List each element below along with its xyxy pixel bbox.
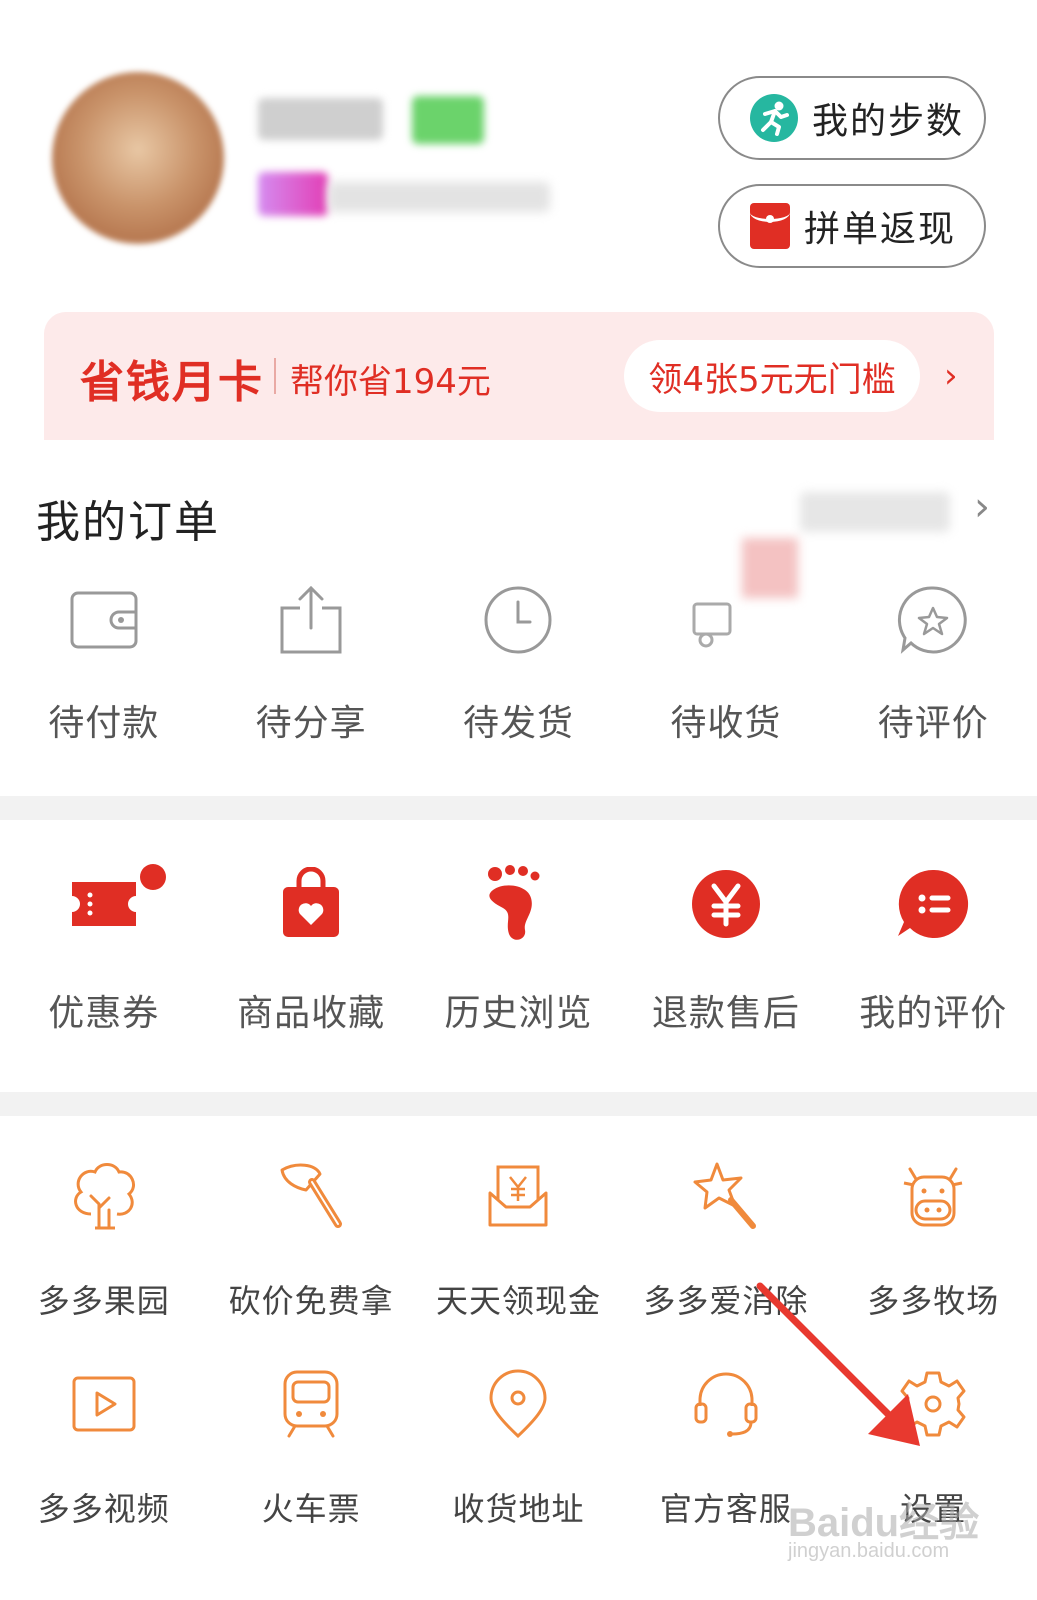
avatar[interactable] (52, 72, 224, 244)
tool-item-label: 砍价免费拿 (228, 1282, 394, 1320)
order-item-label: 待评价 (877, 703, 989, 744)
savings-card[interactable]: 省钱月卡 帮你省194元 领4张5元无门槛 › (44, 312, 994, 440)
yuan-icon (686, 864, 766, 944)
headset-icon (686, 1364, 766, 1444)
wallet-icon (64, 580, 144, 660)
order-pending-review[interactable]: 待评价 (830, 580, 1037, 746)
service-item-label: 商品收藏 (237, 993, 386, 1034)
savings-card-subtitle: 帮你省194元 (290, 362, 491, 402)
section-divider (0, 1092, 1037, 1116)
user-info-blurred (328, 182, 550, 212)
tools-row-1: 多多果园 砍价免费拿 天天领现金 多多爱消除 多多牧场 (0, 1156, 1037, 1322)
group-rebate-label: 拼单返现 (804, 209, 957, 250)
user-badge-blurred (412, 96, 484, 144)
services-section: 优惠券 商品收藏 历史浏览 退款售后 我的评价 (0, 820, 1037, 1092)
coupons-item[interactable]: 优惠券 (0, 864, 207, 1036)
tool-item-label: 多多果园 (37, 1282, 170, 1320)
order-item-label: 待分享 (255, 703, 367, 744)
group-rebate-button[interactable]: 拼单返现 (718, 184, 986, 268)
favorite-bag-icon (271, 864, 351, 944)
my-reviews-item[interactable]: 我的评价 (830, 864, 1037, 1036)
services-row: 优惠券 商品收藏 历史浏览 退款售后 我的评价 (0, 864, 1037, 1036)
daily-cash-item[interactable]: 天天领现金 (415, 1156, 622, 1322)
history-item[interactable]: 历史浏览 (415, 864, 622, 1036)
tool-item-label: 天天领现金 (435, 1282, 601, 1320)
orders-link-blurred[interactable] (800, 492, 950, 532)
cash-envelope-icon (478, 1156, 558, 1236)
bargain-item[interactable]: 砍价免费拿 (207, 1156, 414, 1322)
refund-item[interactable]: 退款售后 (622, 864, 829, 1036)
chevron-right-icon[interactable]: › (974, 484, 990, 530)
train-icon (271, 1364, 351, 1444)
order-item-label: 待收货 (670, 703, 782, 744)
watermark-url: jingyan.baidu.com (788, 1540, 950, 1562)
notification-dot (140, 864, 166, 890)
order-item-label: 待付款 (48, 703, 160, 744)
section-divider (0, 796, 1037, 820)
order-pending-share[interactable]: 待分享 (207, 580, 414, 746)
divider (274, 358, 276, 394)
tool-item-label: 收货地址 (452, 1490, 585, 1528)
star-wand-icon (686, 1156, 766, 1236)
running-icon (750, 94, 798, 142)
footprint-icon (478, 864, 558, 944)
ranch-item[interactable]: 多多牧场 (830, 1156, 1037, 1322)
tool-item-label: 多多视频 (37, 1490, 170, 1528)
savings-card-title: 省钱月卡 (80, 357, 264, 408)
order-status-row: 待付款 待分享 待发货 待收货 待评价 (0, 580, 1037, 746)
favorites-item[interactable]: 商品收藏 (207, 864, 414, 1036)
clock-icon (478, 580, 558, 660)
profile-header: 我的步数 拼单返现 省钱月卡 帮你省194元 领4张5元无门槛 › (0, 0, 1037, 440)
service-item-label: 我的评价 (859, 993, 1008, 1034)
username-blurred (258, 98, 383, 140)
video-icon (64, 1364, 144, 1444)
chevron-right-icon[interactable]: › (944, 356, 958, 396)
truck-icon (686, 580, 766, 660)
service-item-label: 优惠券 (48, 993, 160, 1034)
my-orders-section: 我的订单 › 待付款 待分享 待发货 待收货 待评价 (0, 440, 1037, 796)
service-item-label: 退款售后 (651, 993, 800, 1034)
my-orders-title[interactable]: 我的订单 (36, 486, 220, 550)
tool-item-label: 火车票 (261, 1490, 361, 1528)
coupon-offer-button[interactable]: 领4张5元无门槛 (624, 340, 920, 412)
tool-item-label: 多多爱消除 (643, 1282, 809, 1320)
service-item-label: 历史浏览 (444, 993, 593, 1034)
location-icon (478, 1364, 558, 1444)
match-game-item[interactable]: 多多爱消除 (622, 1156, 829, 1322)
tool-item-label: 官方客服 (659, 1490, 792, 1528)
gear-icon (893, 1364, 973, 1444)
orchard-item[interactable]: 多多果园 (0, 1156, 207, 1322)
cow-icon (893, 1156, 973, 1236)
order-item-label: 待发货 (462, 703, 574, 744)
star-bubble-icon (893, 580, 973, 660)
axe-icon (271, 1156, 351, 1236)
train-tickets-item[interactable]: 火车票 (207, 1364, 414, 1530)
tree-icon (64, 1156, 144, 1236)
order-pending-receipt[interactable]: 待收货 (622, 580, 829, 746)
order-pending-payment[interactable]: 待付款 (0, 580, 207, 746)
user-tag-blurred (258, 172, 328, 216)
comment-icon (893, 864, 973, 944)
shipping-address-item[interactable]: 收货地址 (415, 1364, 622, 1530)
video-item[interactable]: 多多视频 (0, 1364, 207, 1530)
coupon-icon (64, 864, 144, 944)
my-steps-label: 我的步数 (812, 101, 965, 142)
my-steps-button[interactable]: 我的步数 (718, 76, 986, 160)
red-envelope-icon (750, 203, 790, 249)
tool-item-label: 多多牧场 (867, 1282, 1000, 1320)
share-icon (271, 580, 351, 660)
order-pending-shipment[interactable]: 待发货 (415, 580, 622, 746)
